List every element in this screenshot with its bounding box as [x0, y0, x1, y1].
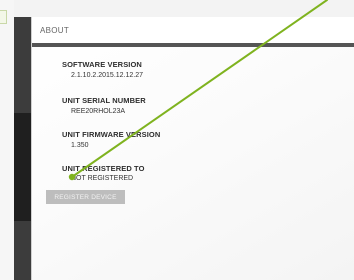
software-version-value: 2.1.10.2.2015.12.12.27 [71, 72, 144, 79]
top-bar [14, 0, 354, 17]
about-panel: ABOUT SOFTWARE VERSION 2.1.10.2.2015.12.… [31, 17, 354, 280]
registered-to-label: UNIT REGISTERED TO [62, 164, 145, 173]
left-margin-strip [0, 0, 14, 280]
panel-title: ABOUT [40, 26, 70, 35]
sidebar-active-segment[interactable] [14, 113, 31, 221]
app-window: ABOUT SOFTWARE VERSION 2.1.10.2.2015.12.… [14, 0, 354, 280]
software-version-label: SOFTWARE VERSION [62, 60, 142, 69]
sidebar-rail [14, 17, 31, 280]
panel-header: ABOUT [32, 17, 354, 47]
registered-to-value: NOT REGISTERED [71, 175, 134, 182]
firmware-version-label: UNIT FIRMWARE VERSION [62, 130, 161, 139]
edge-tab-marker [0, 10, 7, 24]
serial-number-label: UNIT SERIAL NUMBER [62, 96, 146, 105]
register-device-button[interactable]: REGISTER DEVICE [46, 190, 125, 204]
firmware-version-value: 1.350 [71, 142, 89, 149]
serial-number-value: REE20RHOL23A [71, 108, 126, 115]
